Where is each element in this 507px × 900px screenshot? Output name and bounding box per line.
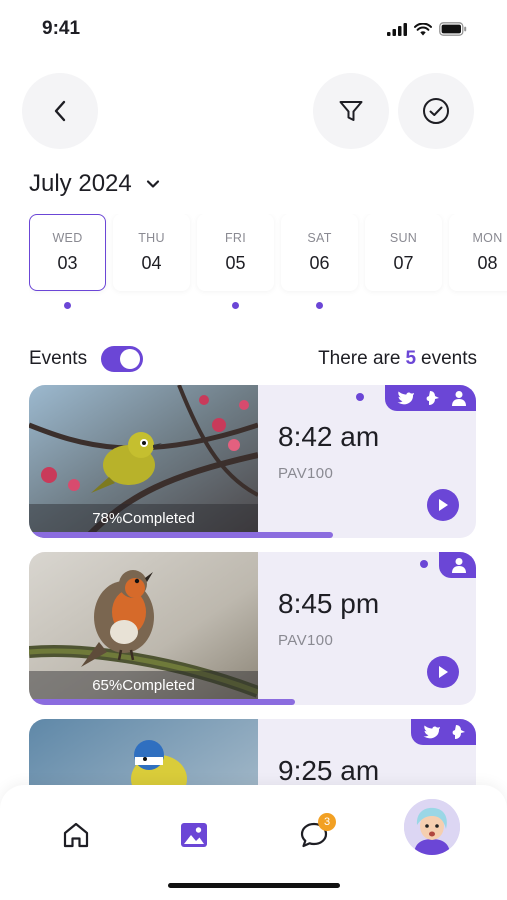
- nav-chat[interactable]: 3: [290, 811, 338, 859]
- event-dot: [316, 302, 323, 309]
- nav-gallery[interactable]: [170, 811, 218, 859]
- play-button[interactable]: [427, 656, 459, 688]
- day-item-wed[interactable]: WED 03: [29, 214, 106, 291]
- person-icon: [452, 558, 466, 573]
- status-bar: 9:41: [0, 0, 507, 60]
- person-icon: [452, 391, 466, 406]
- day-item-sun[interactable]: SUN 07: [365, 214, 442, 291]
- chevron-left-icon: [54, 100, 66, 122]
- events-count-number: 5: [405, 348, 417, 369]
- event-time: 8:45 pm: [278, 588, 380, 619]
- unread-dot: [356, 393, 364, 401]
- filter-button[interactable]: [313, 73, 389, 149]
- day-item-thu[interactable]: THU 04: [113, 214, 190, 291]
- event-time: 9:25 am: [278, 755, 380, 786]
- event-card[interactable]: 65%Completed 8:45 pm PAV100: [29, 552, 476, 705]
- tag-pill: [411, 719, 476, 745]
- events-header: Events There are 5 events: [29, 344, 477, 374]
- tag-pill: [385, 385, 476, 411]
- completed-label: 65%Completed: [29, 671, 258, 699]
- play-icon: [439, 499, 448, 511]
- day-number: 06: [309, 253, 330, 273]
- filter-icon: [339, 101, 363, 121]
- events-label: Events: [29, 348, 88, 369]
- day-name: WED: [52, 231, 83, 245]
- wildlife-icon: [426, 391, 439, 405]
- day-number: 08: [477, 253, 498, 273]
- event-code: PAV100: [278, 632, 334, 649]
- avatar-icon: [404, 799, 460, 855]
- event-time: 8:42 am: [278, 421, 380, 452]
- signal-icon: [387, 22, 407, 36]
- status-time: 9:41: [42, 18, 81, 39]
- wifi-icon: [414, 22, 432, 35]
- status-icons: [387, 22, 467, 36]
- event-dot: [232, 302, 239, 309]
- day-number: 05: [225, 253, 246, 273]
- battery-icon: [439, 22, 467, 36]
- event-dot: [64, 302, 71, 309]
- day-item-mon[interactable]: MON 08: [449, 214, 507, 291]
- day-item-sat[interactable]: SAT 06: [281, 214, 358, 291]
- event-code: PAV100: [278, 465, 334, 482]
- month-label: July 2024: [29, 170, 132, 197]
- unread-dot: [420, 560, 428, 568]
- events-toggle[interactable]: [101, 346, 144, 372]
- progress-bar: [29, 699, 476, 705]
- events-count-suffix: events: [421, 348, 477, 369]
- day-item-fri[interactable]: FRI 05: [197, 214, 274, 291]
- progress-fill: [29, 532, 333, 538]
- event-thumbnail: 65%Completed: [29, 552, 258, 705]
- day-number: 07: [393, 253, 414, 273]
- day-name: MON: [472, 231, 503, 245]
- select-button[interactable]: [398, 73, 474, 149]
- play-button[interactable]: [427, 489, 459, 521]
- day-name: SUN: [389, 231, 418, 245]
- wildlife-icon: [452, 725, 465, 739]
- day-name: SAT: [307, 231, 332, 245]
- back-button[interactable]: [22, 73, 98, 149]
- progress-bar: [29, 532, 476, 538]
- day-strip: WED 03 THU 04 FRI 05 SAT 06 SUN 07 MON 0…: [29, 214, 507, 314]
- month-selector[interactable]: July 2024: [29, 170, 160, 198]
- events-count-prefix: There are: [318, 348, 401, 369]
- gallery-icon: [181, 823, 207, 847]
- day-number: 04: [141, 253, 162, 273]
- tag-pill: [439, 552, 476, 578]
- completed-label: 78%Completed: [29, 504, 258, 532]
- home-icon: [63, 822, 89, 848]
- chevron-down-icon: [146, 180, 159, 188]
- day-number: 03: [57, 253, 78, 273]
- check-circle-icon: [423, 98, 449, 124]
- event-card[interactable]: 78%Completed 8:42 am PAV100: [29, 385, 476, 538]
- play-icon: [439, 666, 448, 678]
- home-indicator: [168, 883, 340, 888]
- toggle-knob: [120, 349, 141, 369]
- day-name: FRI: [224, 231, 247, 245]
- day-name: THU: [138, 231, 165, 245]
- chat-badge: 3: [318, 813, 336, 831]
- progress-fill: [29, 699, 295, 705]
- event-thumbnail: 78%Completed: [29, 385, 258, 538]
- nav-home[interactable]: [52, 811, 100, 859]
- bird-icon: [423, 725, 440, 738]
- avatar[interactable]: [404, 799, 460, 855]
- events-count: There are 5 events: [318, 348, 477, 370]
- bird-icon: [397, 391, 414, 404]
